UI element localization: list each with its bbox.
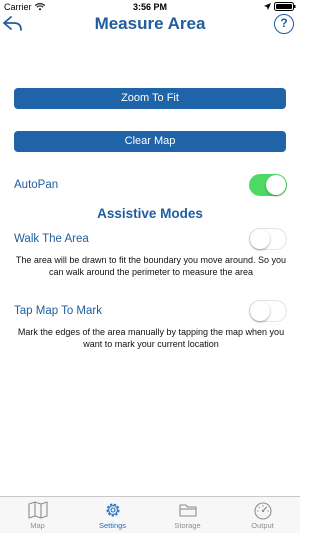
autopan-label: AutoPan bbox=[14, 179, 59, 191]
tab-label-map: Map bbox=[30, 521, 45, 530]
location-arrow-icon bbox=[264, 3, 271, 10]
tab-bar: Map Settings Storage Output bbox=[0, 496, 300, 533]
tab-label-settings: Settings bbox=[98, 521, 127, 530]
toggle-knob bbox=[250, 229, 270, 249]
assistive-modes-heading: Assistive Modes bbox=[97, 206, 203, 221]
tab-storage[interactable]: Storage bbox=[150, 497, 225, 533]
page-title: Measure Area bbox=[94, 14, 206, 33]
toggle-knob bbox=[266, 175, 286, 195]
status-bar: Carrier 3:56 PM bbox=[0, 0, 300, 14]
tab-output[interactable]: Output bbox=[225, 497, 300, 533]
tap-map-to-mark-label: Tap Map To Mark bbox=[14, 305, 102, 317]
tap-map-to-mark-description: Mark the edges of the area manually by t… bbox=[17, 327, 285, 349]
toggle-knob bbox=[250, 301, 270, 321]
autopan-toggle[interactable] bbox=[249, 174, 287, 196]
walk-the-area-label: Walk The Area bbox=[14, 233, 89, 245]
tab-settings[interactable]: Settings bbox=[75, 497, 150, 533]
help-button[interactable]: ? bbox=[274, 14, 294, 34]
walk-the-area-toggle[interactable] bbox=[249, 228, 287, 250]
tap-map-to-mark-toggle[interactable] bbox=[249, 300, 287, 322]
zoom-to-fit-button[interactable]: Zoom To Fit bbox=[14, 88, 286, 109]
walk-the-area-description: The area will be drawn to fit the bounda… bbox=[15, 255, 287, 277]
status-right bbox=[264, 2, 296, 11]
battery-icon bbox=[274, 2, 296, 11]
map-icon bbox=[27, 501, 48, 519]
clear-map-button[interactable]: Clear Map bbox=[14, 131, 286, 152]
tab-map[interactable]: Map bbox=[0, 497, 75, 533]
status-time: 3:56 PM bbox=[132, 2, 167, 12]
tab-label-output: Output bbox=[251, 521, 274, 530]
folder-icon bbox=[178, 504, 197, 517]
gauge-icon bbox=[253, 502, 272, 520]
nav-bar: Measure Area ? bbox=[0, 14, 300, 36]
tab-label-storage: Storage bbox=[174, 521, 201, 530]
gear-icon bbox=[105, 503, 120, 517]
